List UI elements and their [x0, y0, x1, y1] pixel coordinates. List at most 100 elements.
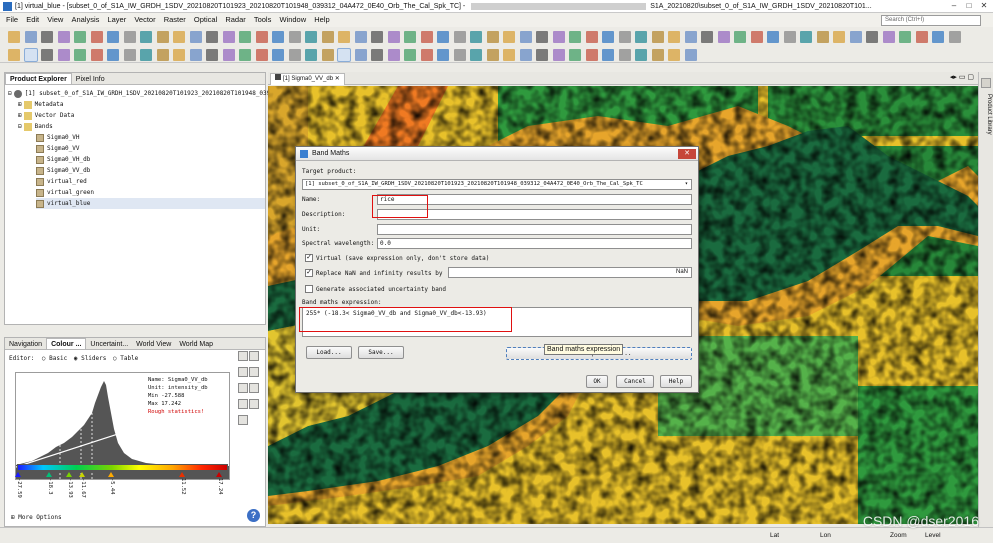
toolbar-button[interactable]: [767, 31, 779, 43]
toolbar-button[interactable]: [519, 49, 532, 61]
toolbar-button[interactable]: [618, 31, 631, 43]
toolbar-button[interactable]: [635, 31, 647, 43]
help-button[interactable]: Help: [660, 375, 692, 388]
toolbar-button[interactable]: [486, 49, 499, 61]
tree-band-item[interactable]: Sigma0_VH: [36, 132, 265, 143]
toolbar-button[interactable]: [602, 49, 614, 61]
menu-view[interactable]: View: [47, 15, 63, 24]
tab-pixel-info[interactable]: Pixel Info: [72, 74, 109, 84]
toolbar-button[interactable]: [74, 31, 86, 43]
toolbar-button[interactable]: [24, 31, 37, 43]
minimize-icon[interactable]: –: [947, 1, 961, 11]
toolbar-button[interactable]: [156, 49, 169, 61]
tree-band-item[interactable]: Sigma0_VV_db: [36, 165, 265, 176]
menu-vector[interactable]: Vector: [134, 15, 155, 24]
toolbar-button[interactable]: [420, 49, 433, 61]
toolbar-button[interactable]: [536, 49, 548, 61]
toolbar-button[interactable]: [899, 31, 911, 43]
colour-gradient-bar[interactable]: [17, 464, 228, 471]
colour-tool-button[interactable]: [238, 367, 248, 377]
toolbar-button[interactable]: [189, 31, 202, 43]
toolbar-button[interactable]: [734, 31, 746, 43]
toolbar-button[interactable]: [404, 31, 416, 43]
toolbar-button[interactable]: [849, 31, 862, 43]
colour-tool-button[interactable]: [238, 383, 248, 393]
tree-band-item[interactable]: Sigma0_VH_db: [36, 154, 265, 165]
toolbar-button[interactable]: [783, 31, 796, 43]
slider-handle[interactable]: [66, 472, 72, 477]
colour-tool-button[interactable]: [249, 383, 259, 393]
radio-table[interactable]: ○ Table: [113, 355, 138, 362]
toolbar-button[interactable]: [272, 31, 284, 43]
colour-tool-button[interactable]: [238, 399, 248, 409]
toolbar-button[interactable]: [305, 49, 317, 61]
toolbar-button[interactable]: [57, 49, 70, 61]
slider-handle[interactable]: [216, 472, 222, 477]
toolbar-button[interactable]: [222, 49, 235, 61]
tab-uncertainty[interactable]: Uncertaint...: [86, 339, 132, 349]
tree-band-item[interactable]: virtual_green: [36, 187, 265, 198]
toolbar-button[interactable]: [337, 48, 351, 62]
toolbar-button[interactable]: [206, 31, 218, 43]
toolbar-button[interactable]: [354, 31, 367, 43]
colour-tool-button[interactable]: [249, 399, 259, 409]
target-product-select[interactable]: [1] subset_0_of_S1A_IW_GRDH_1SDV_2021082…: [302, 179, 692, 190]
toolbar-button[interactable]: [107, 31, 119, 43]
tree-band-item-selected[interactable]: virtual_blue: [36, 198, 265, 209]
menu-radar[interactable]: Radar: [225, 15, 245, 24]
menu-layer[interactable]: Layer: [107, 15, 126, 24]
maximize-icon[interactable]: □: [962, 1, 976, 11]
load-button[interactable]: Load...: [306, 346, 352, 359]
toolbar-button[interactable]: [915, 31, 928, 43]
product-library-label[interactable]: Product Library: [986, 94, 992, 135]
toolbar-button[interactable]: [206, 49, 218, 61]
toolbar-button[interactable]: [618, 49, 631, 61]
help-icon[interactable]: ?: [247, 509, 260, 522]
toolbar-button[interactable]: [635, 49, 647, 61]
toolbar-button[interactable]: [668, 49, 680, 61]
toolbar-button[interactable]: [800, 31, 812, 43]
toolbar-button[interactable]: [651, 49, 664, 61]
close-icon[interactable]: ✕: [977, 1, 991, 11]
toolbar-button[interactable]: [684, 49, 697, 61]
radio-basic[interactable]: ○ Basic: [42, 355, 67, 362]
toolbar-button[interactable]: [189, 49, 202, 61]
menu-window[interactable]: Window: [279, 15, 306, 24]
toolbar-button[interactable]: [882, 31, 895, 43]
toolbar-button[interactable]: [387, 49, 400, 61]
toolbar-button[interactable]: [486, 31, 499, 43]
toolbar-button[interactable]: [948, 31, 961, 43]
colour-tool-button[interactable]: [238, 415, 248, 425]
radio-sliders[interactable]: ◉ Sliders: [74, 355, 107, 362]
toolbar-button[interactable]: [123, 49, 136, 61]
slider-handle[interactable]: [179, 472, 185, 477]
toolbar-button[interactable]: [536, 31, 548, 43]
tab-world-map[interactable]: World Map: [175, 339, 217, 349]
dialog-close-icon[interactable]: ✕: [678, 149, 696, 159]
toolbar-button[interactable]: [602, 31, 614, 43]
toolbar-button[interactable]: [90, 49, 103, 61]
toolbar-button[interactable]: [107, 49, 119, 61]
colour-tool-button[interactable]: [249, 367, 259, 377]
toolbar-button[interactable]: [585, 49, 598, 61]
menu-optical[interactable]: Optical: [194, 15, 217, 24]
toolbar-button[interactable]: [569, 31, 581, 43]
toolbar-button[interactable]: [156, 31, 169, 43]
toolbar-button[interactable]: [470, 31, 482, 43]
slider-handle[interactable]: [15, 472, 21, 477]
toolbar-button[interactable]: [387, 31, 400, 43]
ok-button[interactable]: OK: [586, 375, 608, 388]
toolbar-button[interactable]: [668, 31, 680, 43]
toolbar-button[interactable]: [321, 49, 334, 61]
slider-handle[interactable]: [79, 472, 85, 477]
product-library-icon[interactable]: [981, 78, 991, 88]
toolbar-button[interactable]: [404, 49, 416, 61]
uncertainty-checkbox[interactable]: [305, 285, 313, 293]
toolbar-button[interactable]: [717, 31, 730, 43]
colour-tool-button[interactable]: [249, 351, 259, 361]
toolbar-button[interactable]: [453, 31, 466, 43]
unit-field[interactable]: [377, 224, 692, 235]
toolbar-button[interactable]: [321, 31, 334, 43]
toolbar-button[interactable]: [8, 31, 20, 43]
cancel-button[interactable]: Cancel: [616, 375, 654, 388]
